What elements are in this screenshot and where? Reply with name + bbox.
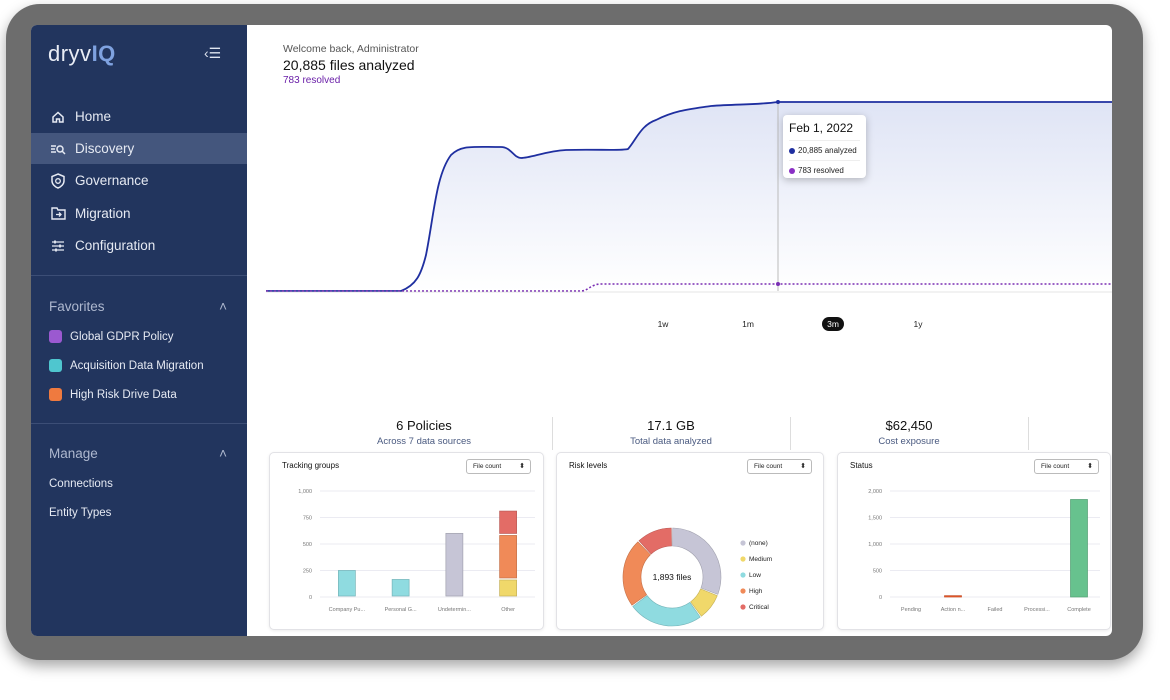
y-tick-label: 1,000 (298, 489, 312, 495)
sidebar: dryvIQ ‹☰ Home Discovery Governance Migr… (31, 25, 247, 636)
bar-segment (391, 579, 410, 597)
sidebar-item-home[interactable]: Home (31, 101, 247, 132)
range-1y[interactable]: 1y (907, 317, 929, 331)
bar (944, 595, 962, 598)
range-1w[interactable]: 1w (652, 317, 674, 331)
discovery-search-icon (50, 141, 66, 157)
divider (31, 275, 247, 276)
x-tick-label: Personal G... (385, 607, 418, 613)
donut-center-label: 1,893 files (653, 572, 692, 582)
app-window: dryvIQ ‹☰ Home Discovery Governance Migr… (31, 25, 1112, 636)
tooltip-date: Feb 1, 2022 (789, 121, 854, 135)
divider (1028, 417, 1029, 450)
hover-point-analyzed (776, 100, 780, 104)
y-tick-label: 750 (303, 516, 312, 522)
welcome-text: Welcome back, Administrator (283, 43, 419, 55)
discovery-icon (49, 388, 62, 401)
legend-dot-icon (740, 588, 746, 594)
bar-segment (338, 570, 356, 597)
chevron-up-icon: ˄ (219, 299, 227, 314)
divider (31, 423, 247, 424)
y-tick-label: 500 (873, 569, 882, 575)
sliders-icon (50, 238, 66, 254)
legend-label: (none) (749, 540, 768, 547)
files-analyzed-headline: 20,885 files analyzed (283, 57, 415, 73)
sidebar-item-governance[interactable]: Governance (31, 165, 247, 196)
donut-slice (672, 527, 722, 595)
x-tick-label: Company Pu... (329, 607, 366, 613)
legend-label: Medium (749, 556, 772, 563)
favorite-high-risk-drive-data[interactable]: High Risk Drive Data (49, 388, 177, 401)
x-tick-label: Processi... (1024, 607, 1050, 613)
y-tick-label: 2,000 (868, 489, 882, 495)
y-tick-label: 1,000 (868, 542, 882, 548)
y-tick-label: 0 (879, 595, 882, 601)
legend-dot-icon (740, 604, 746, 610)
chart-tooltip: Feb 1, 2022 20,885 analyzed 783 resolved (783, 115, 866, 178)
sidebar-item-migration[interactable]: Migration (31, 198, 247, 229)
stat-policies: 6 Policies Across 7 data sources (377, 418, 471, 447)
x-tick-label: Action n... (941, 607, 966, 613)
legend-dot-icon (740, 556, 746, 562)
y-tick-label: 250 (303, 569, 312, 575)
donut-slice (622, 541, 651, 606)
manage-header[interactable]: Manage ˄ (49, 446, 227, 461)
stat-cost: $62,450 Cost exposure (878, 418, 940, 447)
logo: dryvIQ (48, 41, 116, 66)
folder-arrow-icon (50, 206, 66, 222)
status-chart: 0 500 1,000 1,500 2,000 Pending Action n... Fai… (868, 489, 1100, 613)
chevron-up-icon: ˄ (219, 446, 227, 461)
risk-levels-chart: (none) Medium Low High Critical 1,893 files (622, 527, 772, 627)
risk-levels-card: Risk levels File count (none)MediumLowHi… (556, 452, 824, 630)
x-tick-label: Failed (988, 607, 1003, 613)
legend-dot-icon (740, 540, 746, 546)
home-icon (50, 109, 66, 125)
y-tick-label: 1,500 (868, 516, 882, 522)
trend-chart[interactable] (266, 85, 1112, 295)
legend-dot-icon (740, 572, 746, 578)
legend-label: Low (749, 572, 761, 579)
bar-segment (499, 579, 517, 597)
manage-entity-types[interactable]: Entity Types (49, 507, 111, 519)
analyzed-area (266, 102, 1112, 291)
favorite-global-gdpr-policy[interactable]: Global GDPR Policy (49, 330, 174, 343)
policy-icon (49, 330, 62, 343)
range-3m[interactable]: 3m (822, 317, 844, 331)
shield-icon (50, 172, 66, 189)
x-tick-label: Complete (1067, 607, 1091, 613)
donut-slice (632, 595, 701, 627)
legend-label: Critical (749, 604, 769, 611)
migration-icon (49, 359, 62, 372)
favorites-header[interactable]: Favorites ˄ (49, 299, 227, 314)
tooltip-analyzed: 20,885 analyzed (789, 140, 860, 160)
resolved-dot-icon (789, 167, 795, 174)
analyzed-dot-icon (789, 147, 795, 154)
tooltip-resolved: 783 resolved (789, 160, 860, 180)
x-tick-label: Undetermin... (438, 607, 471, 613)
status-card: Status File count 05001,0001,5002,000Pen… (837, 452, 1111, 630)
x-tick-label: Pending (901, 607, 921, 613)
y-tick-label: 0 (309, 595, 312, 601)
sidebar-item-configuration[interactable]: Configuration (31, 230, 247, 261)
bar-segment (445, 532, 464, 597)
legend-label: High (749, 588, 763, 595)
bar-segment (499, 510, 517, 534)
tracking-groups-chart: 0 250 500 750 1,000 Company Pu... Personal G..… (298, 489, 535, 613)
stat-data: 17.1 GB Total data analyzed (630, 418, 712, 447)
range-1m[interactable]: 1m (737, 317, 759, 331)
collapse-sidebar-icon[interactable]: ‹☰ (204, 45, 221, 62)
bar-segment (499, 535, 517, 579)
favorite-acquisition-data-migration[interactable]: Acquisition Data Migration (49, 359, 204, 372)
y-tick-label: 500 (303, 542, 312, 548)
bar (1070, 499, 1088, 598)
x-tick-label: Other (501, 607, 515, 613)
manage-connections[interactable]: Connections (49, 478, 113, 490)
tracking-groups-card: Tracking groups File count 02505007501,0… (269, 452, 544, 630)
hover-point-resolved (776, 282, 780, 286)
sidebar-item-discovery[interactable]: Discovery (31, 133, 247, 164)
